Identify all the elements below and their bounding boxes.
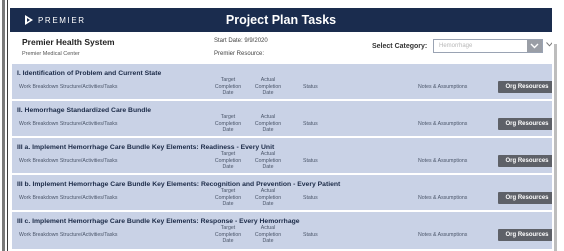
section-row: III a. Implement Hemorrhage Care Bundle … [12, 138, 552, 175]
actual-date-header: Actual Completion Date [254, 114, 282, 133]
wbs-header: Work Breakdown Structure/Activities/Task… [19, 158, 118, 164]
status-header: Status [303, 84, 318, 90]
category-label: Select Category: [372, 43, 428, 50]
section-title: III c. Implement Hemorrhage Care Bundle … [17, 218, 300, 225]
org-resources-button[interactable]: Org Resources [498, 192, 552, 204]
section-row: I. Identification of Problem and Current… [12, 64, 552, 101]
left-border [0, 0, 8, 251]
start-date: Start Date: 9/9/2020 [214, 38, 268, 44]
actual-date-header: Actual Completion Date [254, 225, 282, 244]
notes-header: Notes & Assumptions [418, 232, 468, 238]
wbs-header: Work Breakdown Structure/Activities/Task… [19, 195, 118, 201]
chevron-down-icon[interactable] [546, 42, 552, 47]
organization-name: Premier Health System [22, 37, 115, 47]
dropdown-button[interactable] [527, 40, 542, 52]
wbs-header: Work Breakdown Structure/Activities/Task… [19, 121, 118, 127]
section-row: III b. Implement Hemorrhage Care Bundle … [12, 175, 552, 212]
notes-header: Notes & Assumptions [418, 158, 468, 164]
category-select[interactable]: Hemorrhage [433, 39, 543, 53]
premier-resource: Premier Resource: [214, 51, 265, 57]
chevron-down-icon [530, 43, 539, 49]
facility-name: Premier Medical Center [22, 51, 80, 57]
org-resources-button[interactable]: Org Resources [498, 118, 552, 130]
status-header: Status [303, 232, 318, 238]
status-header: Status [303, 121, 318, 127]
app-canvas: PREMIER Project Plan Tasks Premier Healt… [10, 0, 552, 251]
category-value: Hemorrhage [439, 43, 473, 49]
section-title: I. Identification of Problem and Current… [17, 70, 162, 77]
page-title: Project Plan Tasks [225, 13, 337, 27]
wbs-header: Work Breakdown Structure/Activities/Task… [19, 232, 118, 238]
status-header: Status [303, 195, 318, 201]
plan-info: Premier Health System Premier Medical Ce… [10, 33, 552, 61]
section-title: II. Hemorrhage Standardized Care Bundle [17, 107, 152, 114]
org-resources-button[interactable]: Org Resources [498, 155, 552, 167]
section-title: III b. Implement Hemorrhage Care Bundle … [17, 181, 341, 188]
section-title: III a. Implement Hemorrhage Care Bundle … [17, 144, 275, 151]
notes-header: Notes & Assumptions [418, 84, 468, 90]
scrollbar-track[interactable] [554, 44, 557, 251]
section-row: III c. Implement Hemorrhage Care Bundle … [12, 212, 552, 249]
actual-date-header: Actual Completion Date [254, 151, 282, 170]
actual-date-header: Actual Completion Date [254, 77, 282, 96]
task-sections: I. Identification of Problem and Current… [12, 64, 552, 249]
window-frame: PREMIER Project Plan Tasks Premier Healt… [0, 0, 564, 251]
org-resources-button[interactable]: Org Resources [498, 81, 552, 93]
org-resources-button[interactable]: Org Resources [498, 229, 552, 241]
right-scrollbar[interactable] [552, 0, 564, 251]
section-row: II. Hemorrhage Standardized Care Bundle … [12, 101, 552, 138]
header-bar: PREMIER Project Plan Tasks [10, 8, 552, 32]
wbs-header: Work Breakdown Structure/Activities/Task… [19, 84, 118, 90]
notes-header: Notes & Assumptions [418, 121, 468, 127]
notes-header: Notes & Assumptions [418, 195, 468, 201]
status-header: Status [303, 158, 318, 164]
actual-date-header: Actual Completion Date [254, 188, 282, 207]
